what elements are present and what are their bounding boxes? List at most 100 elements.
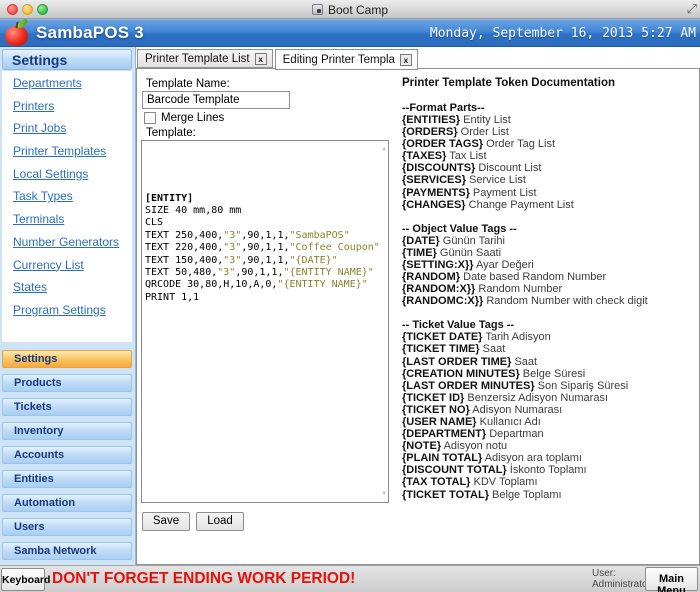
doc-entry: {DEPARTMENT} Departman [402,428,697,440]
sidebar-link-print-jobs[interactable]: Print Jobs [13,121,132,144]
bottom-bar: Keyboard DON'T FORGET ENDING WORK PERIOD… [0,565,700,592]
doc-entry: {LAST ORDER MINUTES} Son Sipariş Süresi [402,380,697,392]
app-header: SambaPOS 3 Monday, September 16, 2013 5:… [0,19,700,47]
doc-entry: {TICKET TIME} Saat [402,343,697,355]
nav-button-tickets[interactable]: Tickets [2,398,132,416]
nav-button-products[interactable]: Products [2,374,132,392]
doc-entry: {DISCOUNT TOTAL} İskonto Toplamı [402,464,697,476]
code-line: [ENTITY] [145,193,374,205]
sidebar-link-task-types[interactable]: Task Types [13,189,132,212]
user-label: User: [592,568,651,579]
doc-entry: {CREATION MINUTES} Belge Süresi [402,368,697,380]
merge-lines-label: Merge Lines [161,112,224,124]
template-name-input[interactable] [142,91,290,109]
doc-entry: {RANDOMC:X}} Random Number with check di… [402,295,697,307]
keyboard-button[interactable]: Keyboard [1,568,45,591]
sidebar-links: DepartmentsPrintersPrint JobsPrinter Tem… [2,71,132,342]
doc-title: Printer Template Token Documentation [402,77,697,89]
template-editor[interactable]: ▲ ▼ [ENTITY]SIZE 40 mm,80 mmCLSTEXT 250,… [141,140,389,503]
doc-entry: {DATE} Günün Tarihi [402,235,697,247]
user-info: User: Administrator [592,568,651,590]
window-title: Boot Camp [328,3,388,17]
code-line: QRCODE 30,80,H,10,A,0,"{ENTITY NAME}" [145,279,374,291]
sidebar-link-number-generators[interactable]: Number Generators [13,235,132,258]
nav-button-inventory[interactable]: Inventory [2,422,132,440]
sidebar-link-states[interactable]: States [13,280,132,303]
bootcamp-icon [312,4,323,15]
scrollbar-down-icon[interactable]: ▼ [382,488,386,500]
sidebar-link-terminals[interactable]: Terminals [13,212,132,235]
sidebar-link-printers[interactable]: Printers [13,99,132,122]
tab-close-icon[interactable]: x [255,53,267,65]
doc-panel: Printer Template Token Documentation --F… [402,77,697,501]
tab-label: Editing Printer Templa [283,54,395,66]
nav-button-entities[interactable]: Entities [2,470,132,488]
doc-entry: {USER NAME} Kullanıcı Adı [402,416,697,428]
doc-entry: {TIME} Günün Saati [402,247,697,259]
nav-button-users[interactable]: Users [2,518,132,536]
doc-entry: {DISCOUNTS} Discount List [402,162,697,174]
sidebar-link-currency-list[interactable]: Currency List [13,258,132,281]
doc-entry: {TICKET ID} Benzersiz Adisyon Numarası [402,392,697,404]
sidebar: Settings DepartmentsPrintersPrint JobsPr… [0,47,136,565]
mac-titlebar: Boot Camp ⤢ [0,0,700,19]
template-name-label: Template Name: [146,78,230,90]
doc-entry: {RANDOM} Date based Random Number [402,271,697,283]
app-title: SambaPOS 3 [36,23,144,43]
doc-entry: {ORDERS} Order List [402,126,697,138]
load-button[interactable]: Load [196,512,244,531]
tab-strip: Printer Template ListxEditing Printer Te… [137,49,700,69]
tab-printer-template-list[interactable]: Printer Template List x [137,49,273,68]
doc-entry: {RANDOM:X}} Random Number [402,283,697,295]
doc-section-heading: --Format Parts-- [402,102,697,114]
doc-entry: {NOTE} Adisyon notu [402,440,697,452]
nav-button-automation[interactable]: Automation [2,494,132,512]
tab-editing-printer-templa[interactable]: Editing Printer Templa x [275,49,418,70]
doc-section-heading: -- Object Value Tags -- [402,223,697,235]
datetime: Monday, September 16, 2013 5:27 AM [430,26,696,41]
template-code: [ENTITY]SIZE 40 mm,80 mmCLSTEXT 250,400,… [145,193,374,305]
doc-entry: {TAX TOTAL} KDV Toplamı [402,476,697,488]
doc-entry: {TICKET NO} Adisyon Numarası [402,404,697,416]
code-line: TEXT 50,480,"3",90,1,1,"{ENTITY NAME}" [145,267,374,279]
merge-lines-checkbox[interactable] [144,112,156,124]
code-line: TEXT 250,400,"3",90,1,1,"SambaPOS" [145,230,374,242]
sidebar-link-local-settings[interactable]: Local Settings [13,167,132,190]
doc-entry: {TAXES} Tax List [402,150,697,162]
doc-entry: {ORDER TAGS} Order Tag List [402,138,697,150]
tab-close-icon[interactable]: x [400,54,412,66]
main-menu-button[interactable]: Main Menu [645,567,698,591]
code-line: TEXT 150,400,"3",90,1,1,"{DATE}" [145,255,374,267]
sidebar-nav-buttons: Settings Products Tickets Inventory Accounts… [2,350,132,566]
tab-label: Printer Template List [145,53,250,65]
sidebar-title: Settings [2,49,132,70]
doc-entry: {TICKET TOTAL} Belge Toplamı [402,489,697,501]
resize-grip-icon[interactable]: ⤢ [687,1,697,17]
doc-entry: {SETTING:X}} Ayar Değeri [402,259,697,271]
doc-entry: {LAST ORDER TIME} Saat [402,356,697,368]
code-line: PRINT 1,1 [145,292,374,304]
nav-button-accounts[interactable]: Accounts [2,446,132,464]
user-name: Administrator [592,579,651,590]
code-line: SIZE 40 mm,80 mm [145,205,374,217]
code-line: TEXT 220,400,"3",90,1,1,"Coffee Coupon" [145,242,374,254]
main-area: Printer Template ListxEditing Printer Te… [136,47,700,565]
save-button[interactable]: Save [142,512,190,531]
sidebar-link-program-settings[interactable]: Program Settings [13,303,132,326]
doc-entry: {ENTITIES} Entity List [402,114,697,126]
sambapos-logo-icon [4,20,30,47]
doc-entry: {SERVICES} Service List [402,174,697,186]
doc-entry: {PLAIN TOTAL} Adisyon ara toplamı [402,452,697,464]
nav-button-samba-network[interactable]: Samba Network [2,542,132,560]
code-line: CLS [145,217,374,229]
scrollbar-up-icon[interactable]: ▲ [382,143,386,155]
doc-entry: {PAYMENTS} Payment List [402,187,697,199]
sidebar-link-departments[interactable]: Departments [13,76,132,99]
doc-entry: {CHANGES} Change Payment List [402,199,697,211]
work-period-warning: DON'T FORGET ENDING WORK PERIOD! [52,570,355,588]
sidebar-link-printer-templates[interactable]: Printer Templates [13,144,132,167]
nav-button-settings[interactable]: Settings [2,350,132,368]
doc-entry: {TICKET DATE} Tarih Adisyon [402,331,697,343]
editing-panel: Template Name: Merge Lines Template: ▲ ▼… [136,68,700,565]
doc-section-heading: -- Ticket Value Tags -- [402,319,697,331]
